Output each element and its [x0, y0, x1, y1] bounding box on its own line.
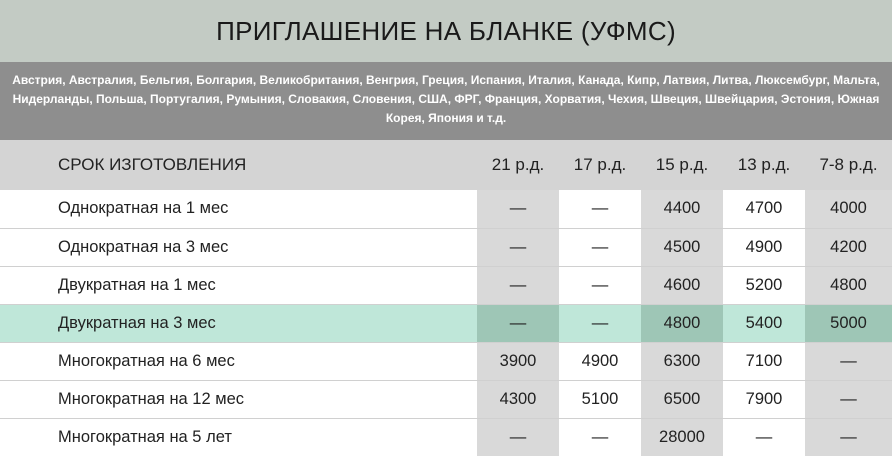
price-cell: —: [477, 304, 559, 343]
price-cell: 5100: [559, 380, 641, 419]
price-cell: —: [591, 427, 609, 446]
column-header: 15 р.д.: [655, 155, 709, 174]
price-cell: 5000: [805, 304, 892, 343]
title-bar: ПРИГЛАШЕНИЕ НА БЛАНКЕ (УФМС): [0, 0, 892, 62]
table-row: Двукратная на 1 мес — — 4600 5200 4800: [0, 266, 892, 305]
price-cell: 7100: [723, 342, 805, 381]
column-header: 17 р.д.: [573, 155, 627, 174]
price-cell: 4200: [805, 228, 892, 267]
table-row: Однократная на 1 мес — — 4400 4700 4000: [0, 190, 892, 229]
page-title: ПРИГЛАШЕНИЕ НА БЛАНКЕ (УФМС): [216, 15, 676, 46]
table-row: Многократная на 6 мес 3900 4900 6300 710…: [0, 342, 892, 381]
price-cell: 3900: [477, 342, 559, 381]
price-cell: —: [559, 304, 641, 343]
price-cell: 4900: [723, 228, 805, 267]
row-label: Двукратная на 3 мес: [0, 304, 477, 343]
column-header: 7-8 р.д.: [819, 155, 878, 174]
price-cell: —: [477, 418, 559, 456]
price-cell: —: [805, 380, 892, 419]
column-header: 13 р.д.: [737, 155, 791, 174]
price-cell: —: [559, 228, 641, 267]
price-cell: 6300: [641, 342, 723, 381]
price-cell: —: [559, 190, 641, 229]
table-row: Многократная на 12 мес 4300 5100 6500 79…: [0, 380, 892, 419]
price-cell: 4400: [641, 190, 723, 229]
price-cell: —: [477, 190, 559, 229]
price-cell: 4500: [641, 228, 723, 267]
price-cell: 6500: [641, 380, 723, 419]
price-cell: —: [805, 342, 892, 381]
price-cell: 4300: [477, 380, 559, 419]
price-cell: —: [477, 228, 559, 267]
price-table-panel: ПРИГЛАШЕНИЕ НА БЛАНКЕ (УФМС) Австрия, Ав…: [0, 0, 892, 456]
price-cell: 4800: [805, 266, 892, 305]
price-cell: 4900: [559, 342, 641, 381]
table-header-row: СРОК ИЗГОТОВЛЕНИЯ 21 р.д. 17 р.д. 15 р.д…: [0, 140, 892, 190]
row-label: Двукратная на 1 мес: [0, 266, 477, 305]
countries-list: Австрия, Австралия, Бельгия, Болгария, В…: [0, 62, 892, 140]
table-row-highlighted: Двукратная на 3 мес — — 4800 5400 5000: [0, 304, 892, 343]
row-label: Однократная на 3 мес: [0, 228, 477, 267]
price-cell: —: [559, 266, 641, 305]
table-row: Однократная на 3 мес — — 4500 4900 4200: [0, 228, 892, 267]
price-cell: 7900: [723, 380, 805, 419]
price-cell: 4700: [723, 190, 805, 229]
price-cell: 4000: [805, 190, 892, 229]
price-cell: 5200: [723, 266, 805, 305]
row-label: Многократная на 6 мес: [0, 342, 477, 381]
price-cell: —: [755, 427, 773, 446]
price-cell: 4800: [641, 304, 723, 343]
header-label: СРОК ИЗГОТОВЛЕНИЯ: [58, 155, 247, 174]
table-row: Многократная на 5 лет — — 28000 — —: [0, 418, 892, 456]
column-header: 21 р.д.: [491, 155, 545, 174]
price-cell: —: [477, 266, 559, 305]
price-cell: —: [805, 418, 892, 456]
row-label: Многократная на 5 лет: [58, 427, 232, 446]
price-cell: 5400: [723, 304, 805, 343]
row-label: Однократная на 1 мес: [0, 190, 477, 229]
price-cell: 4600: [641, 266, 723, 305]
price-table: СРОК ИЗГОТОВЛЕНИЯ 21 р.д. 17 р.д. 15 р.д…: [0, 140, 892, 456]
row-label: Многократная на 12 мес: [0, 380, 477, 419]
price-cell: 28000: [641, 418, 723, 456]
